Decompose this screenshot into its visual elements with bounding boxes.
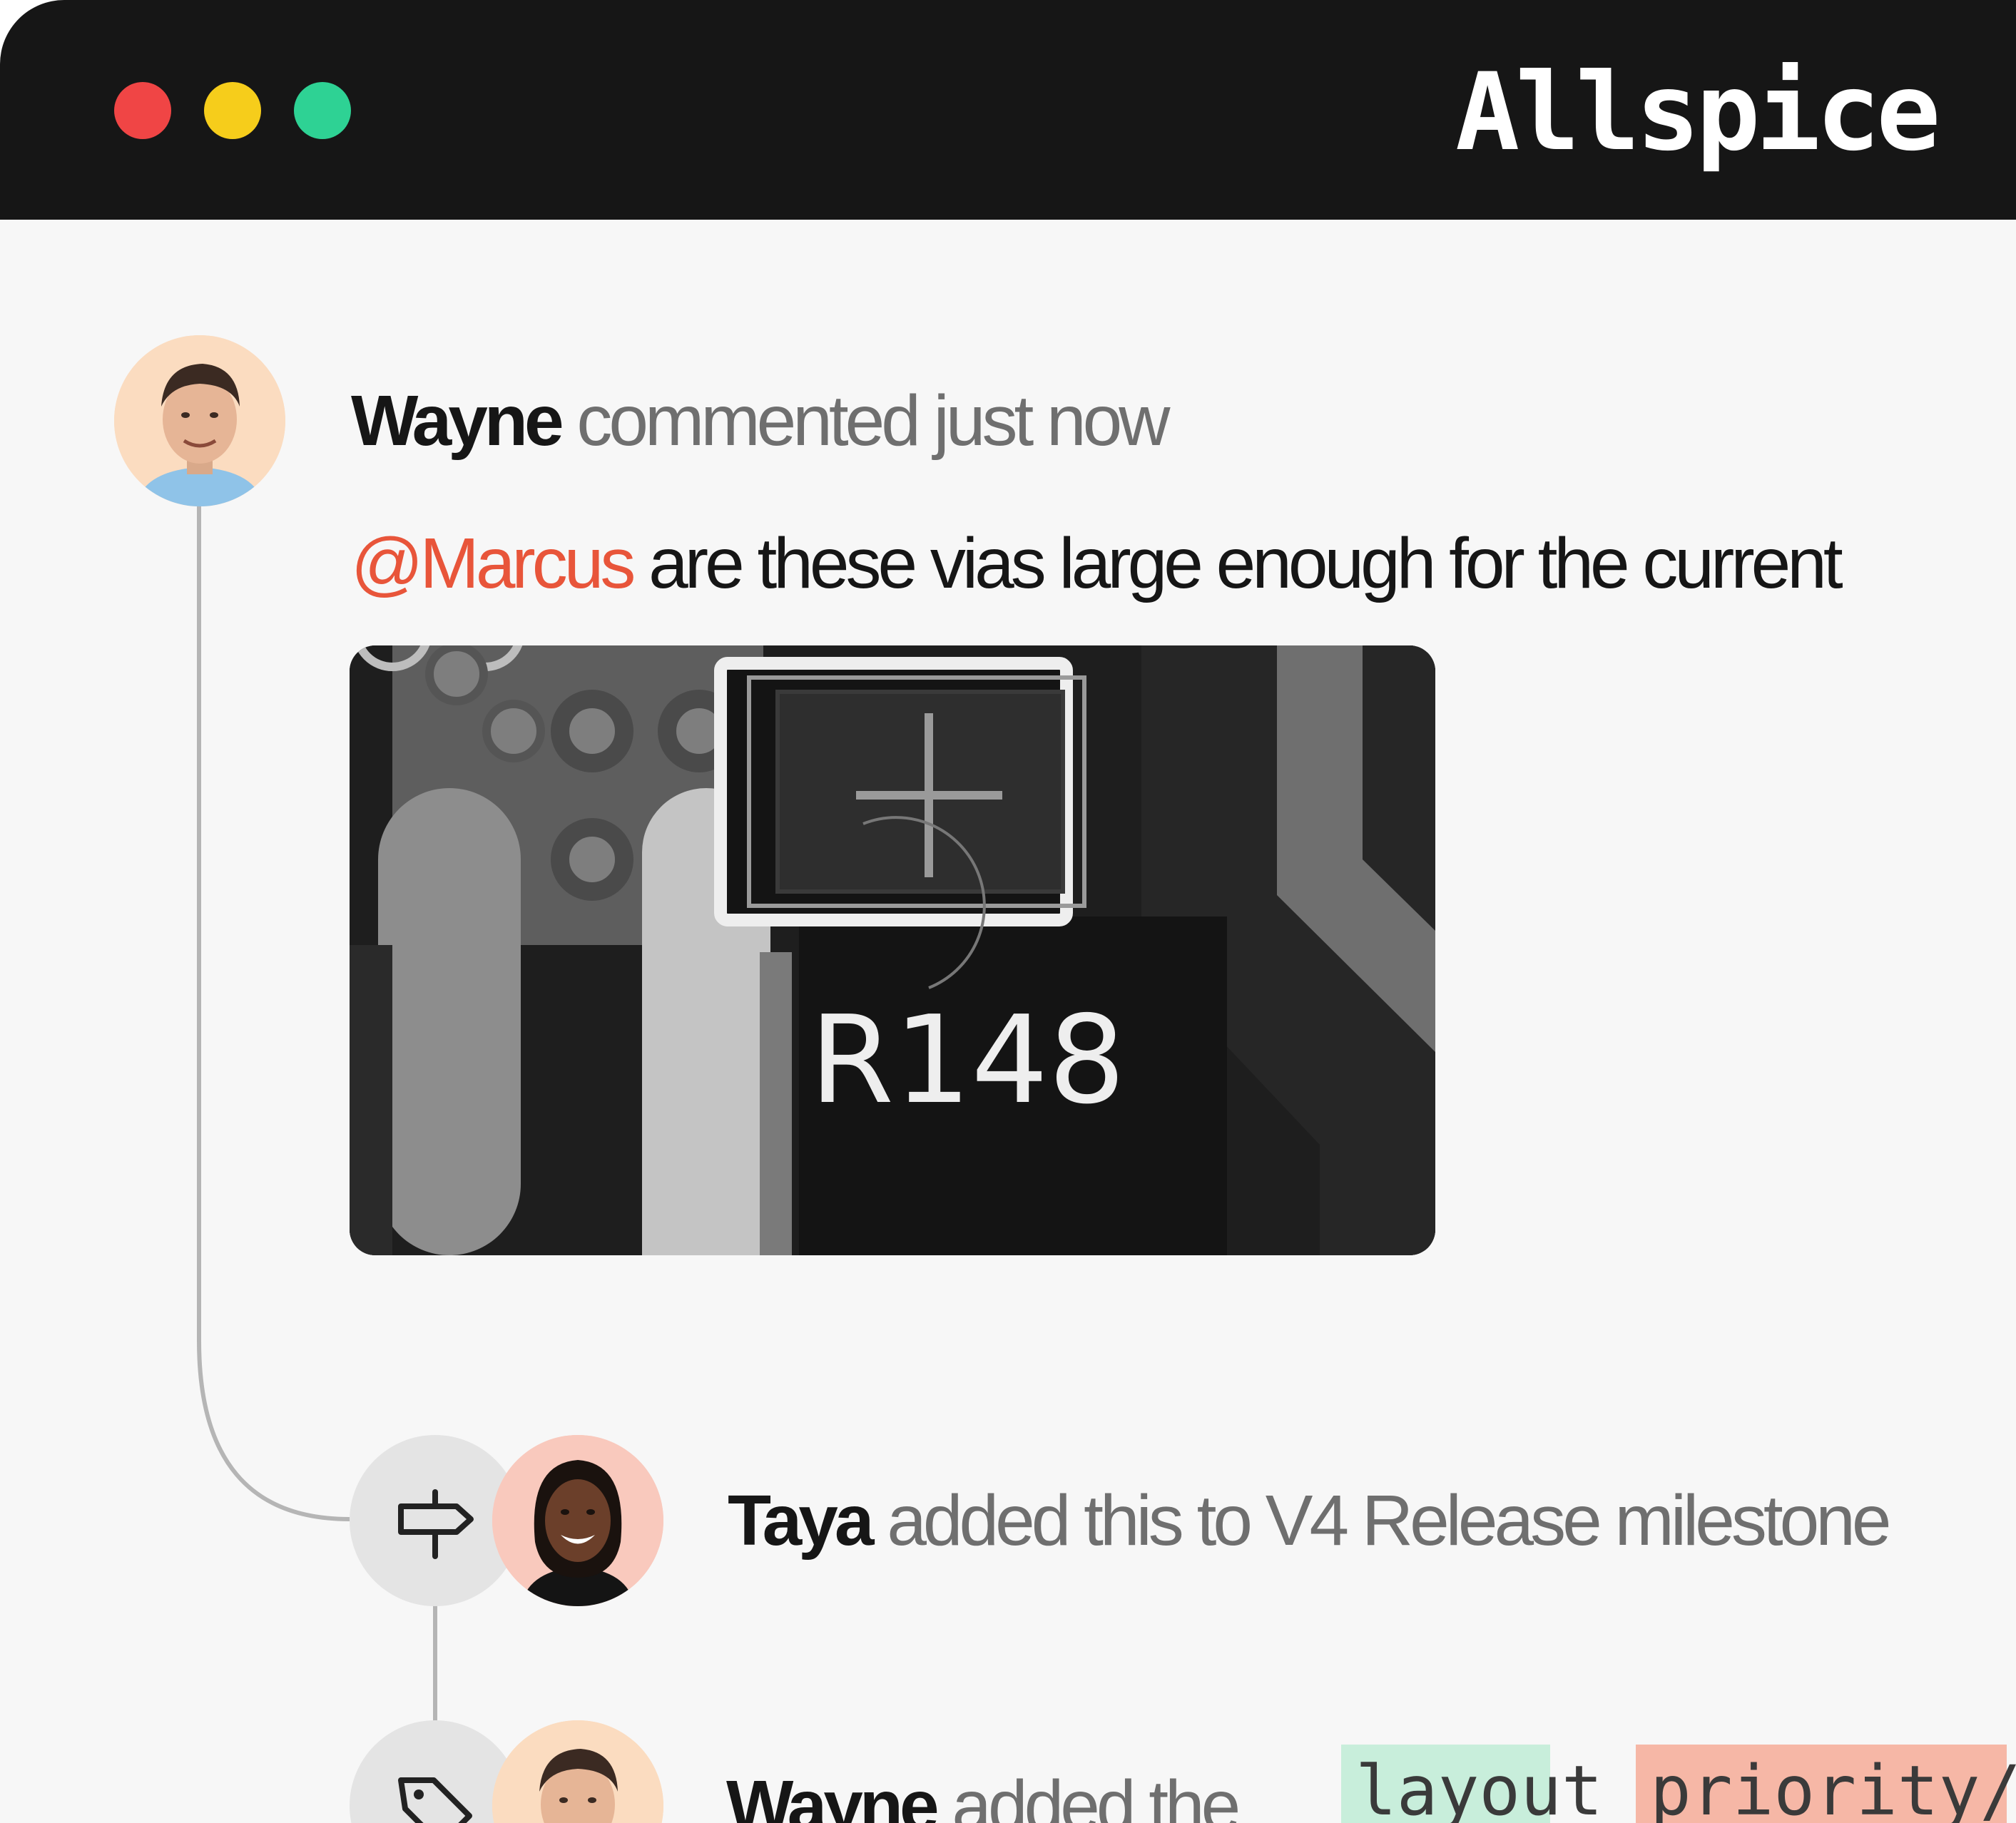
comment-text: are these vias large enough for the curr… (648, 524, 1843, 603)
avatar-taya[interactable] (492, 1435, 663, 1606)
app-window: Allspice Wayne commented just now @Marcu… (0, 0, 2016, 1823)
comment-author[interactable]: Wayne (351, 381, 564, 461)
comment-body: @Marcus are these vias large enough for … (351, 521, 1843, 606)
milestone-event-text: Taya added this to V4 Release milestone (728, 1478, 1892, 1563)
label-event-text: Wayne added the (726, 1763, 1241, 1823)
label-layout[interactable]: layout (1341, 1745, 1603, 1823)
mention-link[interactable]: @Marcus (351, 524, 636, 603)
pcb-attachment-image[interactable]: R148 (350, 645, 1435, 1255)
person-portrait-icon (492, 1435, 663, 1606)
event-author[interactable]: Taya (728, 1481, 875, 1561)
component-designator: R148 (810, 990, 1126, 1131)
comment-action: commented just now (576, 381, 1170, 461)
avatar-wayne[interactable] (114, 335, 285, 506)
event-action: added the (952, 1766, 1241, 1823)
label-priority[interactable]: priority/ (1636, 1745, 2016, 1823)
event-author[interactable]: Wayne (726, 1766, 940, 1823)
person-portrait-icon (114, 335, 285, 506)
comment-header: Wayne commented just now (351, 378, 1171, 464)
event-action: added this to V4 Release milestone (887, 1481, 1891, 1561)
pcb-layout-graphic: R148 (350, 645, 1435, 1255)
